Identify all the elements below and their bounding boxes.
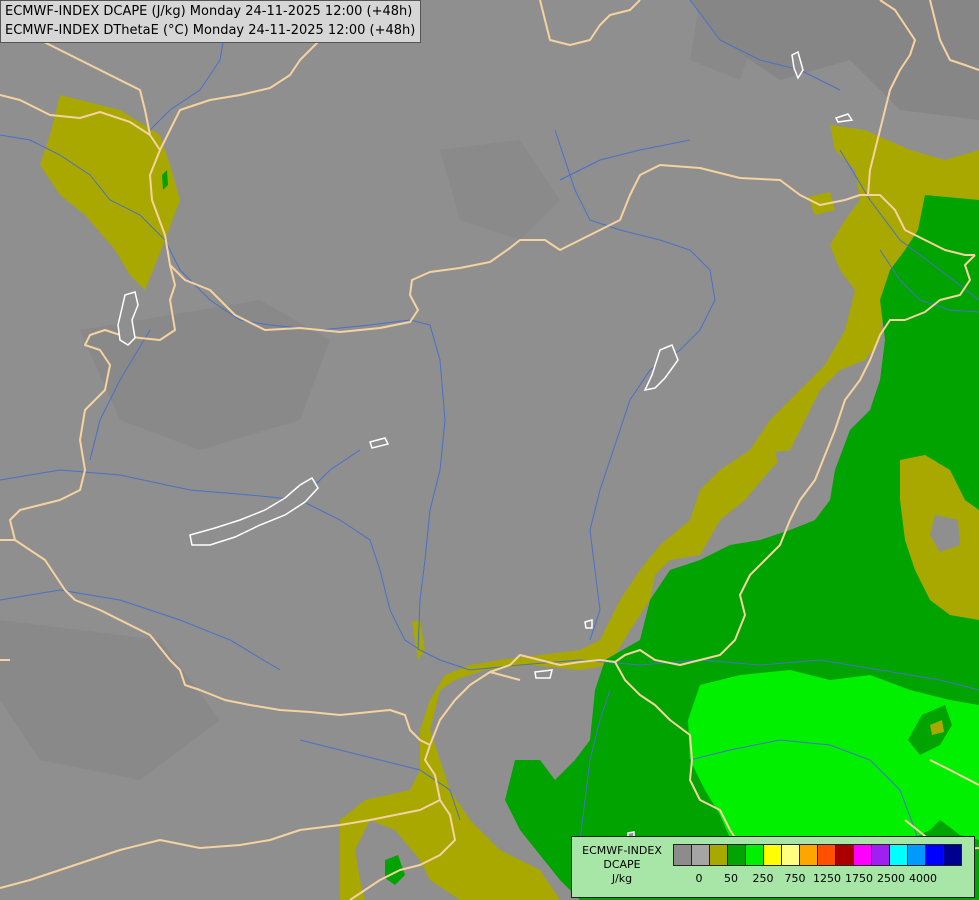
legend-tick-label: 0 <box>695 872 703 885</box>
legend-tick-label: 1750 <box>845 872 873 885</box>
legend-swatches <box>673 844 962 866</box>
lake-south-1 <box>584 619 593 629</box>
legend-swatch <box>691 844 710 866</box>
legend-swatch <box>853 844 872 866</box>
legend-swatch <box>889 844 908 866</box>
legend-swatch <box>727 844 746 866</box>
legend-tick-label: 2500 <box>877 872 905 885</box>
legend-swatch <box>709 844 728 866</box>
legend-unit-label: J/kg <box>611 872 633 885</box>
legend-name: ECMWF-INDEX DCAPE J/kg <box>575 844 669 886</box>
legend-swatch <box>763 844 782 866</box>
legend-swatch <box>835 844 854 866</box>
legend-swatch <box>943 844 962 866</box>
legend-tick-label: 750 <box>784 872 806 885</box>
legend-swatch <box>799 844 818 866</box>
legend-swatch <box>817 844 836 866</box>
legend-swatch <box>925 844 944 866</box>
legend-parameter-label: DCAPE <box>603 858 641 871</box>
map-canvas <box>0 0 979 900</box>
legend-swatch <box>871 844 890 866</box>
title-dcape: ECMWF-INDEX DCAPE (J/kg) Monday 24-11-20… <box>5 4 413 19</box>
lake-south-2 <box>534 669 553 679</box>
legend-swatch <box>673 844 692 866</box>
legend-swatch <box>907 844 926 866</box>
legend-model-label: ECMWF-INDEX <box>582 844 662 857</box>
legend-ticks: 0 50 250 750 1250 1750 2500 4000 <box>673 872 973 886</box>
legend-tick-label: 50 <box>724 872 738 885</box>
legend-swatch <box>745 844 764 866</box>
legend-tick-label: 250 <box>752 872 774 885</box>
legend-tick-label: 1250 <box>813 872 841 885</box>
title-dthetae: ECMWF-INDEX DThetaE (°C) Monday 24-11-20… <box>5 23 416 38</box>
map-title-box: ECMWF-INDEX DCAPE (J/kg) Monday 24-11-20… <box>0 0 422 43</box>
legend-swatch <box>781 844 800 866</box>
weather-map: ECMWF-INDEX DCAPE (J/kg) Monday 24-11-20… <box>0 0 979 900</box>
color-legend: ECMWF-INDEX DCAPE J/kg 0 50 250 750 1250 1750… <box>571 836 975 898</box>
legend-tick-label: 4000 <box>909 872 937 885</box>
